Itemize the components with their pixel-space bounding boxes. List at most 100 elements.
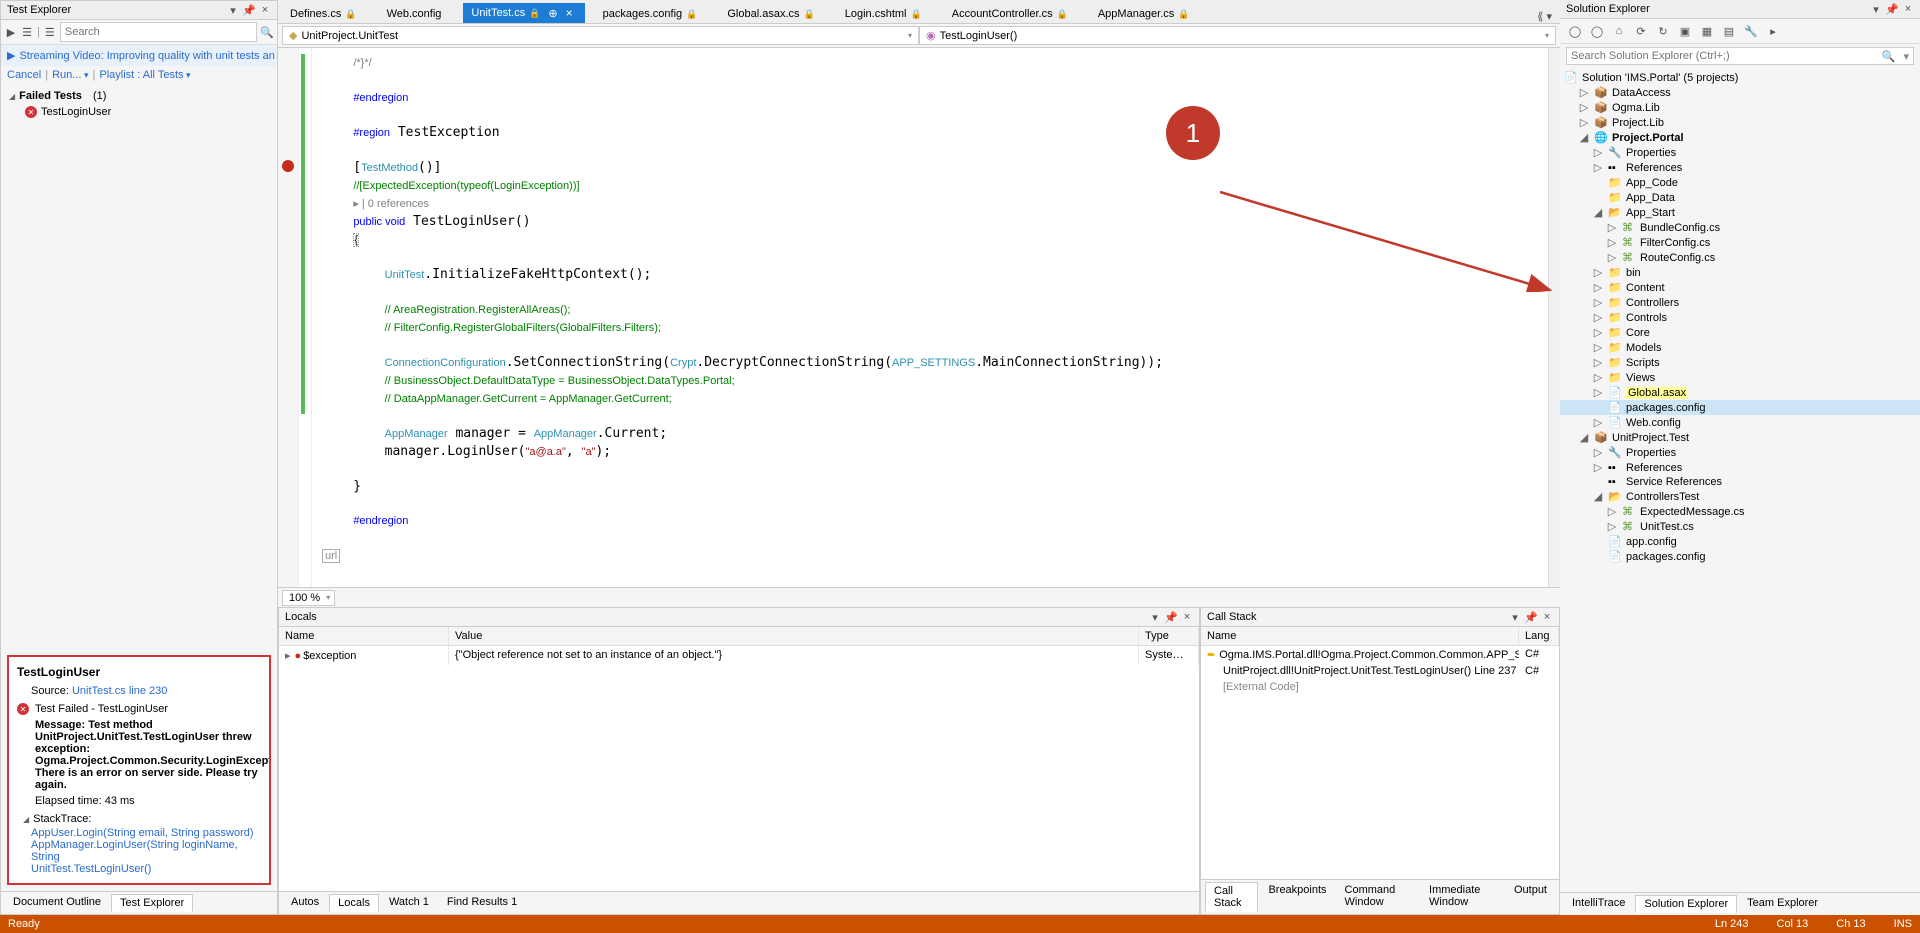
tab-packages[interactable]: packages.config bbox=[595, 5, 710, 23]
close-icon[interactable]: × bbox=[1902, 3, 1914, 15]
folder-scripts[interactable]: ▷📁Scripts bbox=[1560, 355, 1920, 370]
tab-unittest[interactable]: UnitTest.cs⊕ bbox=[463, 3, 584, 23]
folder-appcode[interactable]: 📁App_Code bbox=[1560, 175, 1920, 190]
close-tab-icon[interactable] bbox=[562, 6, 573, 20]
tab-intellitrace[interactable]: IntelliTrace bbox=[1564, 895, 1633, 913]
file-expectedmessage[interactable]: ▷⌘ExpectedMessage.cs bbox=[1560, 504, 1920, 519]
explorer-search-input[interactable] bbox=[1567, 48, 1878, 64]
collapse-icon[interactable]: ▣ bbox=[1676, 22, 1694, 40]
properties-icon[interactable]: 🔧 bbox=[1742, 22, 1760, 40]
refresh-icon[interactable]: ↻ bbox=[1654, 22, 1672, 40]
run-all-icon[interactable]: ▶ bbox=[5, 26, 17, 38]
chevron-down-icon[interactable]: ▾ bbox=[1899, 50, 1913, 63]
tab-output[interactable]: Output bbox=[1506, 882, 1555, 912]
tab-overflow-icon[interactable]: ⟪ ▾ bbox=[1533, 10, 1556, 23]
node-references[interactable]: ▷▪▪References bbox=[1560, 460, 1920, 475]
showall-icon[interactable]: ▦ bbox=[1698, 22, 1716, 40]
run-link[interactable]: Run... bbox=[52, 69, 88, 81]
explorer-search[interactable]: 🔍▾ bbox=[1566, 47, 1914, 65]
close-icon[interactable]: × bbox=[259, 4, 271, 16]
solution-node[interactable]: 📄Solution 'IMS.Portal' (5 projects) bbox=[1560, 70, 1920, 85]
callstack-row[interactable]: UnitProject.dll!UnitProject.UnitTest.Tes… bbox=[1201, 663, 1559, 679]
tab-team-explorer[interactable]: Team Explorer bbox=[1739, 895, 1826, 913]
source-link[interactable]: UnitTest.cs line 230 bbox=[72, 685, 167, 697]
node-references[interactable]: ▷▪▪References bbox=[1560, 160, 1920, 175]
tab-autos[interactable]: Autos bbox=[283, 894, 327, 912]
file-globalasax[interactable]: ▷📄Global.asax bbox=[1560, 385, 1920, 400]
tab-accountcontroller[interactable]: AccountController.cs bbox=[944, 5, 1080, 23]
project-dataaccess[interactable]: ▷📦DataAccess bbox=[1560, 85, 1920, 100]
callstack-row[interactable]: Ogma.IMS.Portal.dll!Ogma.Project.Common.… bbox=[1201, 646, 1559, 663]
file-routeconfig[interactable]: ▷⌘RouteConfig.cs bbox=[1560, 250, 1920, 265]
pin-icon[interactable]: ⊕ bbox=[548, 7, 557, 20]
forward-icon[interactable]: ◯ bbox=[1588, 22, 1606, 40]
breakpoint-icon[interactable] bbox=[282, 160, 294, 172]
folder-controllerstest[interactable]: ◢📂ControllersTest bbox=[1560, 489, 1920, 504]
tab-defines[interactable]: Defines.cs bbox=[282, 5, 369, 23]
preview-icon[interactable]: ▤ bbox=[1720, 22, 1738, 40]
folder-core[interactable]: ▷📁Core bbox=[1560, 325, 1920, 340]
folder-bin[interactable]: ▷📁bin bbox=[1560, 265, 1920, 280]
project-portal[interactable]: ◢🌐Project.Portal bbox=[1560, 130, 1920, 145]
close-icon[interactable]: × bbox=[1181, 611, 1193, 623]
dropdown-icon[interactable]: ▾ bbox=[1149, 611, 1161, 623]
file-unittest[interactable]: ▷⌘UnitTest.cs bbox=[1560, 519, 1920, 534]
tab-appmanager[interactable]: AppManager.cs bbox=[1090, 5, 1202, 23]
tab-solution-explorer[interactable]: Solution Explorer bbox=[1635, 895, 1737, 913]
dropdown-icon[interactable]: ▾ bbox=[1870, 3, 1882, 15]
stack-link-1[interactable]: AppUser.Login(String email, String passw… bbox=[31, 827, 261, 839]
tab-test-explorer[interactable]: Test Explorer bbox=[111, 894, 193, 912]
tab-commandwindow[interactable]: Command Window bbox=[1337, 882, 1420, 912]
search-icon[interactable]: 🔍 bbox=[261, 26, 273, 38]
test-item-testloginuser[interactable]: TestLoginUser bbox=[3, 104, 275, 120]
failed-tests-group[interactable]: Failed Tests (1) bbox=[3, 88, 275, 104]
overflow-icon[interactable]: ▸ bbox=[1764, 22, 1782, 40]
tab-findresults[interactable]: Find Results 1 bbox=[439, 894, 525, 912]
tab-document-outline[interactable]: Document Outline bbox=[5, 894, 109, 912]
search-icon[interactable]: 🔍 bbox=[1878, 50, 1900, 63]
test-search-input[interactable] bbox=[60, 22, 257, 42]
tab-callstack[interactable]: Call Stack bbox=[1205, 882, 1258, 912]
streaming-video-banner[interactable]: ▶ Streaming Video: Improving quality wit… bbox=[1, 45, 277, 66]
stack-link-2[interactable]: AppManager.LoginUser(String loginName, S… bbox=[31, 839, 261, 863]
project-unittest[interactable]: ◢📦UnitProject.Test bbox=[1560, 430, 1920, 445]
zoom-combo[interactable]: 100 % bbox=[282, 590, 335, 606]
node-properties[interactable]: ▷🔧Properties bbox=[1560, 445, 1920, 460]
dropdown-icon[interactable]: ▾ bbox=[1509, 611, 1521, 623]
playlist-icon[interactable]: ☰ bbox=[44, 26, 56, 38]
folder-appstart[interactable]: ◢📂App_Start bbox=[1560, 205, 1920, 220]
folder-controllers[interactable]: ▷📁Controllers bbox=[1560, 295, 1920, 310]
file-filterconfig[interactable]: ▷⌘FilterConfig.cs bbox=[1560, 235, 1920, 250]
pin-icon[interactable]: 📌 bbox=[1886, 3, 1898, 15]
sync-icon[interactable]: ⟳ bbox=[1632, 22, 1650, 40]
project-ogmalib[interactable]: ▷📦Ogma.Lib bbox=[1560, 100, 1920, 115]
folder-views[interactable]: ▷📁Views bbox=[1560, 370, 1920, 385]
pin-icon[interactable]: 📌 bbox=[243, 4, 255, 16]
node-servicerefs[interactable]: ▪▪Service References bbox=[1560, 475, 1920, 489]
file-appconfig[interactable]: 📄app.config bbox=[1560, 534, 1920, 549]
file-packagesconfig2[interactable]: 📄packages.config bbox=[1560, 549, 1920, 564]
stack-link-3[interactable]: UnitTest.TestLoginUser() bbox=[31, 863, 261, 875]
tab-immediate[interactable]: Immediate Window bbox=[1421, 882, 1504, 912]
folder-controls[interactable]: ▷📁Controls bbox=[1560, 310, 1920, 325]
tab-locals[interactable]: Locals bbox=[329, 894, 379, 912]
folder-appdata[interactable]: 📁App_Data bbox=[1560, 190, 1920, 205]
expand-icon[interactable] bbox=[285, 650, 295, 662]
folder-content[interactable]: ▷📁Content bbox=[1560, 280, 1920, 295]
back-icon[interactable]: ◯ bbox=[1566, 22, 1584, 40]
tab-webconfig[interactable]: Web.config bbox=[379, 5, 454, 23]
locals-row[interactable]: $exception {"Object reference not set to… bbox=[279, 646, 1199, 665]
tab-globalasax[interactable]: Global.asax.cs bbox=[719, 5, 826, 23]
pin-icon[interactable]: 📌 bbox=[1525, 611, 1537, 623]
home-icon[interactable]: ⌂ bbox=[1610, 22, 1628, 40]
tab-breakpoints[interactable]: Breakpoints bbox=[1260, 882, 1334, 912]
file-bundleconfig[interactable]: ▷⌘BundleConfig.cs bbox=[1560, 220, 1920, 235]
file-packagesconfig[interactable]: 📄packages.config bbox=[1560, 400, 1920, 415]
project-projectlib[interactable]: ▷📦Project.Lib bbox=[1560, 115, 1920, 130]
file-webconfig[interactable]: ▷📄Web.config bbox=[1560, 415, 1920, 430]
node-properties[interactable]: ▷🔧Properties bbox=[1560, 145, 1920, 160]
pin-icon[interactable]: 📌 bbox=[1165, 611, 1177, 623]
folder-models[interactable]: ▷📁Models bbox=[1560, 340, 1920, 355]
playlist-link[interactable]: Playlist : All Tests bbox=[99, 69, 190, 81]
method-nav-combo[interactable]: ◉TestLoginUser() bbox=[919, 26, 1556, 45]
